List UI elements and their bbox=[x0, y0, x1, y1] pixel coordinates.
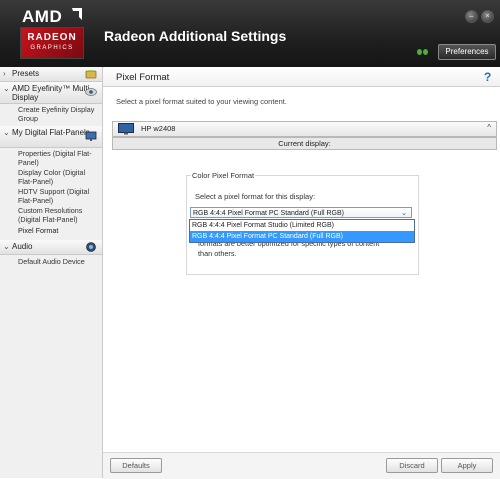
sidebar-item-label: Presets bbox=[12, 69, 40, 78]
speaker-icon bbox=[86, 241, 96, 252]
minimize-button[interactable]: – bbox=[465, 10, 478, 23]
monitor-icon bbox=[85, 131, 97, 141]
sidebar-item-default-audio-device[interactable]: Default Audio Device bbox=[0, 255, 102, 268]
page-header: Pixel Format ? bbox=[103, 67, 500, 87]
amd-radeon-logo: AMD RADEON GRAPHICS bbox=[18, 6, 84, 59]
format-description-line: than others. bbox=[198, 249, 237, 258]
sidebar-item-create-eyefinity[interactable]: Create Eyefinity Display Group bbox=[0, 104, 102, 124]
chevron-up-icon: ^ bbox=[487, 123, 491, 132]
preferences-button[interactable]: Preferences bbox=[438, 44, 496, 60]
status-indicator-icon bbox=[417, 48, 431, 56]
logo-brand: AMD bbox=[22, 7, 63, 26]
chevron-down-icon: ⌄ bbox=[401, 210, 407, 217]
sidebar-item-label: Audio bbox=[12, 241, 33, 251]
chevron-down-icon: ⌄ bbox=[3, 241, 10, 251]
footer-bar: Defaults Discard Apply bbox=[103, 452, 500, 479]
group-prompt: Select a pixel format for this display: bbox=[195, 192, 316, 201]
display-selector[interactable]: HP w2408 ^ bbox=[112, 121, 497, 137]
dropdown-option-full-rgb[interactable]: RGB 4:4:4 Pixel Format PC Standard (Full… bbox=[190, 231, 414, 242]
help-icon[interactable]: ? bbox=[484, 70, 491, 84]
logo-radeon-text: RADEON bbox=[27, 32, 77, 43]
radeon-badge: RADEON GRAPHICS bbox=[20, 27, 84, 59]
amd-arrow-icon bbox=[72, 8, 82, 20]
current-display-label: Current display: bbox=[112, 137, 497, 150]
pixel-format-select[interactable]: RGB 4:4:4 Pixel Format PC Standard (Full… bbox=[190, 207, 412, 218]
sidebar-item-custom-resolutions[interactable]: Custom Resolutions (Digital Flat-Panel) bbox=[0, 206, 102, 225]
close-button[interactable]: × bbox=[481, 10, 494, 23]
app-header: AMD RADEON GRAPHICS Radeon Additional Se… bbox=[0, 0, 500, 67]
sidebar: › Presets ⌄ AMD Eyefinity™ Multi-Display… bbox=[0, 67, 103, 478]
sidebar-item-eyefinity[interactable]: ⌄ AMD Eyefinity™ Multi-Display bbox=[0, 82, 102, 104]
page-description: Select a pixel format suited to your vie… bbox=[116, 97, 287, 106]
sidebar-item-display-color[interactable]: Display Color (Digital Flat-Panel) bbox=[0, 168, 102, 187]
page-title: Pixel Format bbox=[116, 72, 170, 83]
sidebar-item-audio[interactable]: ⌄ Audio bbox=[0, 239, 102, 255]
apply-button[interactable]: Apply bbox=[441, 458, 493, 473]
dropdown-option-limited-rgb[interactable]: RGB 4:4:4 Pixel Format Studio (Limited R… bbox=[190, 220, 414, 231]
sidebar-item-label: My Digital Flat-Panels bbox=[12, 128, 90, 137]
discard-button[interactable]: Discard bbox=[386, 458, 438, 473]
chevron-down-icon: ⌄ bbox=[3, 128, 10, 137]
sidebar-item-properties[interactable]: Properties (Digital Flat-Panel) bbox=[0, 148, 102, 168]
sidebar-item-hdtv-support[interactable]: HDTV Support (Digital Flat-Panel) bbox=[0, 187, 102, 206]
chevron-down-icon: ⌄ bbox=[3, 84, 10, 93]
sidebar-item-flat-panels[interactable]: ⌄ My Digital Flat-Panels bbox=[0, 126, 102, 148]
sidebar-item-label: AMD Eyefinity™ Multi-Display bbox=[12, 84, 93, 102]
main-panel: Pixel Format ? Select a pixel format sui… bbox=[103, 67, 500, 479]
monitor-icon bbox=[118, 123, 134, 135]
pixel-format-dropdown-list: RGB 4:4:4 Pixel Format Studio (Limited R… bbox=[189, 219, 415, 243]
display-name: HP w2408 bbox=[141, 124, 176, 133]
group-title: Color Pixel Format bbox=[191, 171, 256, 180]
app-title: Radeon Additional Settings bbox=[104, 28, 287, 44]
logo-graphics-text: GRAPHICS bbox=[30, 45, 74, 51]
chevron-right-icon: › bbox=[3, 69, 6, 78]
defaults-button[interactable]: Defaults bbox=[110, 458, 162, 473]
eyefinity-icon bbox=[85, 88, 97, 96]
select-value: RGB 4:4:4 Pixel Format PC Standard (Full… bbox=[193, 210, 344, 217]
sidebar-item-pixel-format[interactable]: Pixel Format bbox=[0, 225, 102, 240]
presets-icon bbox=[85, 70, 97, 79]
sidebar-item-presets[interactable]: › Presets bbox=[0, 67, 102, 82]
